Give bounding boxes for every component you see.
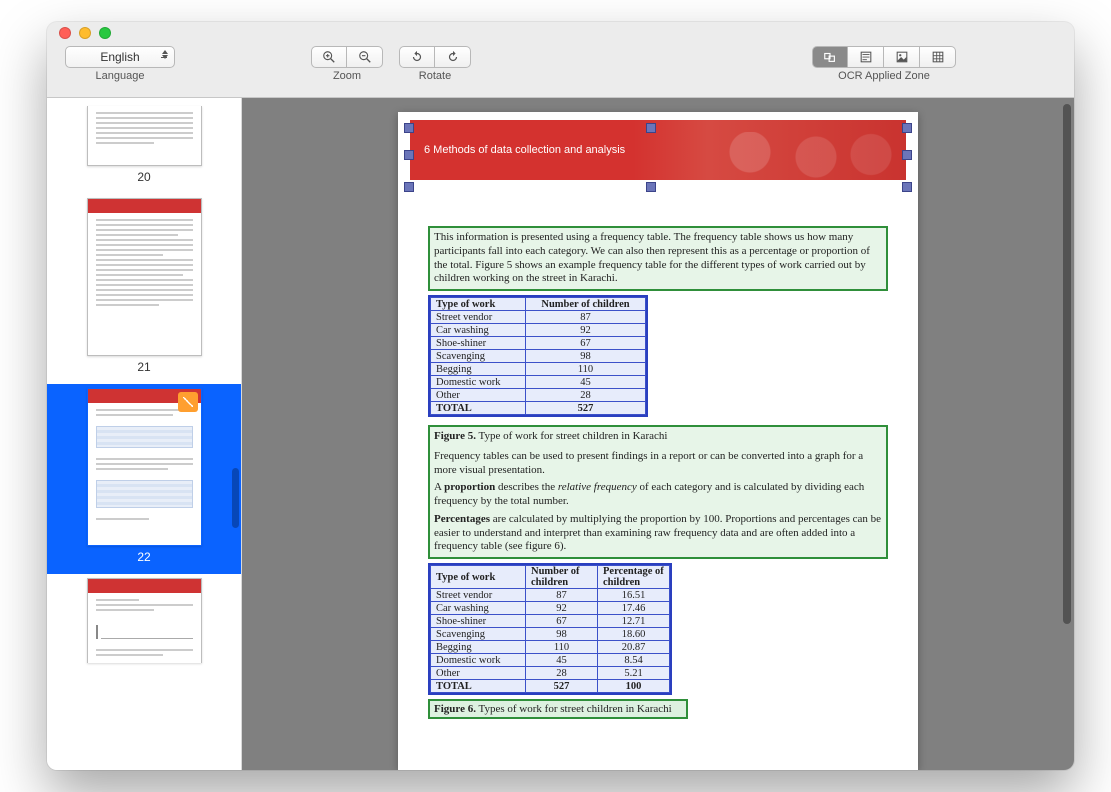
table-header: Number of children: [526, 298, 646, 311]
ocr-zone-header[interactable]: 6 Methods of data collection and analysi…: [398, 120, 918, 190]
rotate-ccw-button[interactable]: [399, 46, 435, 68]
table-header: Type of work: [431, 566, 526, 589]
thumbnail-20[interactable]: 20: [47, 102, 241, 194]
paragraph-text: Percentages are calculated by multiplyin…: [434, 513, 882, 554]
canvas-scrollbar[interactable]: [1063, 104, 1071, 624]
paragraph-text: Frequency tables can be used to present …: [434, 450, 882, 478]
zoom-window-button[interactable]: [99, 27, 111, 39]
zone-handle[interactable]: [404, 123, 414, 133]
chevron-updown-icon: [162, 50, 168, 59]
paragraph-text: This information is presented using a fr…: [434, 231, 870, 284]
ocr-zone-text-button[interactable]: [848, 46, 884, 68]
toolbar: English Language Zoom: [47, 44, 1074, 98]
table-row: Scavenging9818.60: [431, 628, 670, 641]
zone-handle[interactable]: [902, 123, 912, 133]
ocr-zone-auto-button[interactable]: [812, 46, 848, 68]
thumbnail-number: 21: [137, 360, 150, 374]
rotate-ccw-icon: [410, 50, 424, 64]
rotate-label: Rotate: [419, 70, 451, 82]
close-window-button[interactable]: [59, 27, 71, 39]
language-select[interactable]: English: [65, 46, 175, 68]
table-row: Domestic work45: [431, 376, 646, 389]
table-row: Domestic work458.54: [431, 654, 670, 667]
zoom-out-button[interactable]: [347, 46, 383, 68]
table-header: Type of work: [431, 298, 526, 311]
ocr-zone-table-1[interactable]: Type of work Number of children Street v…: [428, 295, 648, 417]
frequency-table-1: Type of work Number of children Street v…: [430, 297, 646, 415]
thumbnail-sidebar[interactable]: 20 21 2: [47, 98, 242, 770]
table-row: Shoe-shiner6712.71: [431, 615, 670, 628]
table-row: Other28: [431, 389, 646, 402]
zone-handle[interactable]: [902, 182, 912, 192]
zone-handle[interactable]: [646, 182, 656, 192]
zone-image-icon: [895, 50, 909, 64]
table-header: Number of children: [526, 566, 598, 589]
thumbnail-number: 20: [137, 170, 150, 184]
ocr-zone-image-button[interactable]: [884, 46, 920, 68]
figure-label: Figure 6.: [434, 703, 476, 715]
table-row: Begging110: [431, 363, 646, 376]
zone-text-icon: [859, 50, 873, 64]
page-canvas[interactable]: 6 Methods of data collection and analysi…: [242, 98, 1074, 770]
language-label: Language: [96, 70, 145, 82]
table-row: Street vendor8716.51: [431, 589, 670, 602]
ocr-zone-caption[interactable]: Figure 6. Types of work for street child…: [428, 699, 688, 719]
thumbnail-22[interactable]: 22: [47, 384, 241, 574]
banner-faces-decoration: [684, 132, 904, 182]
table-row: Shoe-shiner67: [431, 337, 646, 350]
table-row: Car washing9217.46: [431, 602, 670, 615]
ocr-zone-paragraph-2[interactable]: Figure 5. Type of work for street childr…: [428, 425, 888, 559]
thumbnail-23[interactable]: [47, 574, 241, 663]
table-total-row: TOTAL527100: [431, 680, 670, 693]
paragraph-text: A proportion describes the relative freq…: [434, 481, 882, 509]
figure-label: Figure 5.: [434, 430, 476, 442]
frequency-table-2: Type of work Number of children Percenta…: [430, 565, 670, 693]
table-header: Percentage of children: [598, 566, 670, 589]
current-page: 6 Methods of data collection and analysi…: [398, 112, 918, 770]
thumbnail-21[interactable]: 21: [47, 194, 241, 384]
ocr-zone-table-2[interactable]: Type of work Number of children Percenta…: [428, 563, 672, 695]
titlebar: [47, 22, 1074, 44]
rotate-cw-button[interactable]: [435, 46, 471, 68]
rotate-cw-icon: [446, 50, 460, 64]
zone-handle[interactable]: [902, 150, 912, 160]
table-row: Other285.21: [431, 667, 670, 680]
minimize-window-button[interactable]: [79, 27, 91, 39]
table-row: Street vendor87: [431, 311, 646, 324]
ocr-zone-table-button[interactable]: [920, 46, 956, 68]
figure-caption: Types of work for street children in Kar…: [476, 703, 672, 715]
zoom-out-icon: [358, 50, 372, 64]
ocr-zone-paragraph-1[interactable]: This information is presented using a fr…: [428, 226, 888, 291]
table-row: Begging11020.87: [431, 641, 670, 654]
ocr-label: OCR Applied Zone: [838, 70, 930, 82]
zone-auto-icon: [823, 50, 837, 64]
figure-caption: Type of work for street children in Kara…: [476, 430, 667, 442]
table-row: Car washing92: [431, 324, 646, 337]
app-window: English Language Zoom: [47, 22, 1074, 770]
table-total-row: TOTAL527: [431, 402, 646, 415]
table-row: Scavenging98: [431, 350, 646, 363]
thumbnail-number: 22: [137, 550, 150, 564]
language-value: English: [100, 50, 139, 64]
zoom-in-icon: [322, 50, 336, 64]
zone-table-icon: [931, 50, 945, 64]
page-banner-title: 6 Methods of data collection and analysi…: [424, 144, 625, 156]
zone-handle[interactable]: [646, 123, 656, 133]
edit-badge-icon: [178, 392, 198, 412]
zoom-in-button[interactable]: [311, 46, 347, 68]
zoom-label: Zoom: [333, 70, 361, 82]
zone-handle[interactable]: [404, 150, 414, 160]
sidebar-scrollbar[interactable]: [232, 468, 239, 528]
zone-handle[interactable]: [404, 182, 414, 192]
